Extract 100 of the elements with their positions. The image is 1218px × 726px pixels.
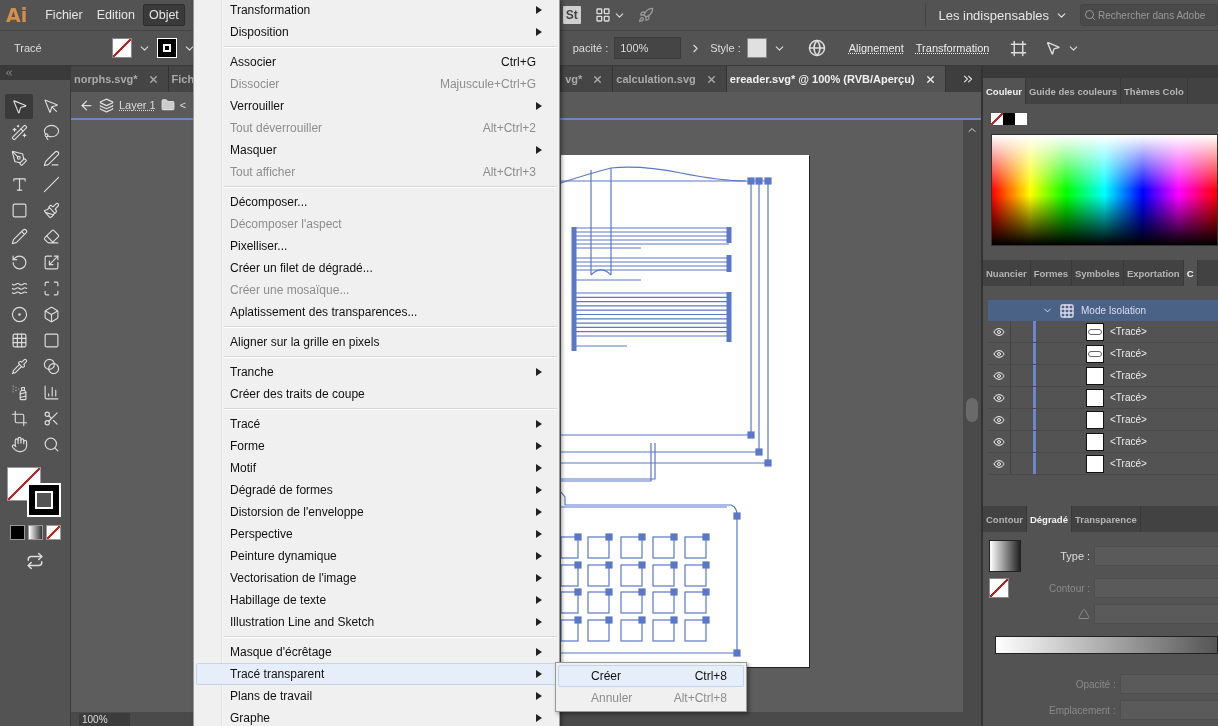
eye-icon[interactable] <box>993 391 1005 404</box>
menu-item[interactable]: Créer un filet de dégradé... <box>196 257 557 279</box>
panel-link[interactable]: Transformation <box>915 42 990 54</box>
style-label: Style : <box>710 42 741 54</box>
menu-item[interactable]: Tracé <box>196 413 557 435</box>
layout-grid-icon[interactable] <box>594 7 611 23</box>
menu-item[interactable]: Pixelliser... <box>196 235 557 257</box>
eye-icon[interactable] <box>993 435 1005 448</box>
search-icon[interactable] <box>1084 9 1096 21</box>
eye-icon[interactable] <box>993 369 1005 382</box>
eye-icon[interactable] <box>993 413 1005 426</box>
panel-link[interactable]: Alignement <box>848 42 904 54</box>
menu-item[interactable]: Fichier <box>39 4 89 26</box>
workspace-dropdown[interactable]: Les indispensables <box>925 3 1078 27</box>
isolation-label: Mode Isolation <box>1081 305 1147 316</box>
menu-item[interactable]: Illustration Line and Sketch <box>196 611 557 633</box>
screen-mode-icon[interactable] <box>26 552 44 570</box>
type-label: Type : <box>1060 550 1091 562</box>
style-swatch[interactable] <box>746 38 767 58</box>
menu-item[interactable]: Perspective <box>196 523 557 545</box>
panel-tab[interactable]: Couleur <box>983 78 1026 104</box>
path-label: < <box>179 99 187 111</box>
pointer-icon[interactable] <box>1045 40 1062 56</box>
layer-link[interactable]: Layer 1 <box>119 99 156 111</box>
menu-item[interactable]: Aligner sur la grille en pixels <box>196 331 557 353</box>
fill-swatch[interactable] <box>111 38 132 58</box>
layer-name[interactable]: <Tracé> <box>1110 458 1147 469</box>
close-icon[interactable] <box>924 73 936 85</box>
panel-tab[interactable]: Symboles <box>1072 260 1124 286</box>
color-swatch[interactable] <box>1003 113 1015 125</box>
close-icon[interactable] <box>592 73 604 85</box>
globe-icon[interactable] <box>807 39 826 57</box>
menu-item[interactable]: Distorsion de l'enveloppe <box>196 501 557 523</box>
menu-item[interactable]: Créer Ctrl+8 <box>558 665 744 687</box>
menu-item[interactable]: Transformation <box>196 0 557 21</box>
menu-item[interactable]: Motif <box>196 457 557 479</box>
gradient-mode-swatch[interactable] <box>27 525 43 540</box>
frame-icon[interactable] <box>1010 39 1028 57</box>
panel-tab[interactable]: Contour <box>983 506 1027 532</box>
stock-badge[interactable]: St <box>562 6 581 24</box>
more-tabs-icon[interactable] <box>961 72 975 86</box>
menu-item[interactable]: Habillage de texte <box>196 589 557 611</box>
zoom-field[interactable]: 100% <box>79 713 130 726</box>
stroke-swatch[interactable] <box>156 38 177 58</box>
menu-item[interactable]: Aplatissement des transparences... <box>196 301 557 323</box>
submenu-arrow-icon <box>536 648 542 656</box>
fill-stroke-swatch[interactable] <box>989 578 1009 598</box>
panel-tab[interactable]: Nuancier <box>983 260 1031 286</box>
submenu-arrow-icon <box>536 714 542 722</box>
eye-icon[interactable] <box>993 347 1005 360</box>
document-tab[interactable]: norphs.svg* <box>71 66 169 92</box>
scrollbar-thumb[interactable] <box>966 398 978 422</box>
menu-item[interactable]: Plans de travail <box>196 685 557 707</box>
menu-item[interactable]: Disposition <box>196 21 557 43</box>
menu-item[interactable]: Vectorisation de l'image <box>196 567 557 589</box>
panel-tab[interactable]: Dégradé <box>1026 506 1072 532</box>
menu-item[interactable]: Forme <box>196 435 557 457</box>
color-swatch[interactable] <box>1015 113 1027 125</box>
layer-name[interactable]: <Tracé> <box>1110 414 1147 425</box>
document-tab[interactable]: vg* <box>562 66 614 92</box>
close-icon[interactable] <box>147 73 159 85</box>
layer-name[interactable]: <Tracé> <box>1110 436 1147 447</box>
layer-name[interactable]: <Tracé> <box>1110 392 1147 403</box>
menu-item[interactable]: Masque d'écrêtage <box>196 641 557 663</box>
gradient-ramp[interactable] <box>995 636 1218 654</box>
layer-name[interactable]: <Tracé> <box>1110 326 1147 337</box>
submenu-arrow-icon <box>536 692 542 700</box>
close-icon[interactable] <box>705 73 717 85</box>
menu-item[interactable]: Edition <box>90 4 141 26</box>
submenu-arrow-icon <box>536 368 542 376</box>
document-tab[interactable]: calculation.svg <box>613 66 727 92</box>
isolation-row[interactable]: Mode Isolation <box>988 300 1218 321</box>
fill-stroke-swatches[interactable] <box>7 467 63 517</box>
color-spectrum[interactable] <box>991 134 1218 246</box>
document-tab[interactable]: ereader.svg* @ 100% (RVB/Aperçu) <box>726 66 946 92</box>
none-swatch[interactable] <box>991 113 1003 125</box>
menu-item[interactable]: Tracé transparent <box>196 663 557 685</box>
panel-tab[interactable]: Thèmes Colo <box>1121 78 1188 104</box>
menu-item[interactable]: Graphe <box>196 707 557 726</box>
opacity-field[interactable]: 100% <box>614 37 682 59</box>
menu-item[interactable]: Tranche <box>196 361 557 383</box>
arrow-pointer-icon[interactable] <box>5 94 33 119</box>
layer-name[interactable]: <Tracé> <box>1110 370 1147 381</box>
submenu-arrow-icon <box>536 146 542 154</box>
search-field[interactable]: Rechercher dans Adobe <box>1080 4 1218 26</box>
gradient-swatch[interactable] <box>989 540 1021 572</box>
eye-icon[interactable] <box>993 325 1005 338</box>
color-mode-swatch[interactable] <box>9 525 25 540</box>
none-mode-swatch[interactable] <box>45 525 61 540</box>
menu-item[interactable]: Objet <box>142 4 185 26</box>
menu-item[interactable]: Peinture dynamique <box>196 545 557 567</box>
submenu-arrow-icon <box>536 102 542 110</box>
eye-icon[interactable] <box>993 457 1005 470</box>
menu-item[interactable]: Créer des traits de coupe <box>196 383 557 405</box>
menu-item[interactable]: Dégradé de formes <box>196 479 557 501</box>
menu-item[interactable]: Verrouiller <box>196 95 557 117</box>
layer-name[interactable]: <Tracé> <box>1110 348 1147 359</box>
menu-item[interactable]: Masquer <box>196 139 557 161</box>
menu-item[interactable]: Décomposer... <box>196 191 557 213</box>
rocket-icon[interactable] <box>637 7 654 23</box>
